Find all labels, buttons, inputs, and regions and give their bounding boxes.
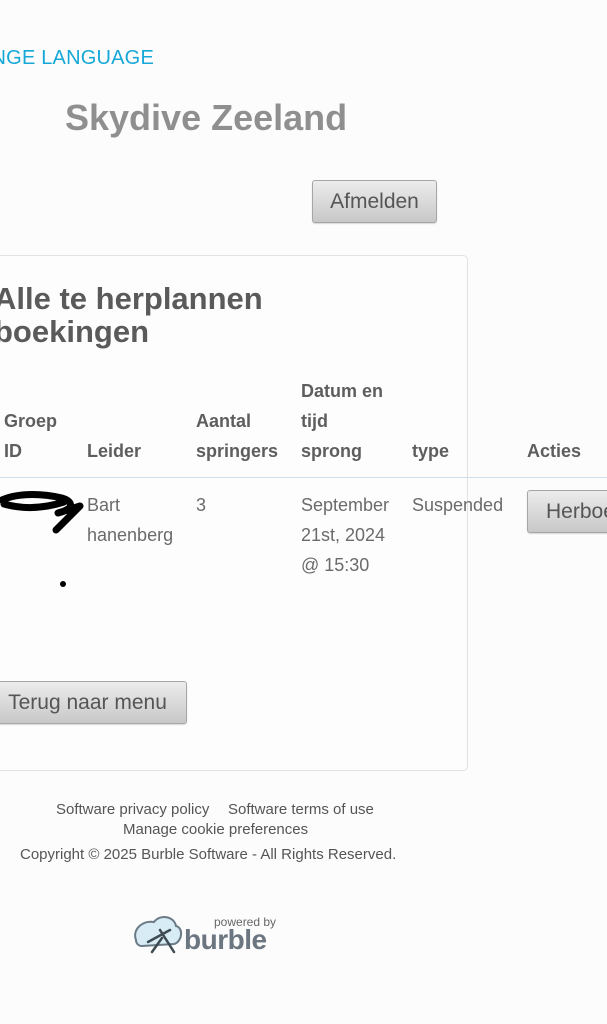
cell-jumpers: 3 (196, 495, 207, 515)
site-title: Skydive Zeeland (65, 97, 348, 138)
copyright-text: Copyright © 2025 Burble Software - All R… (20, 846, 397, 863)
reschedule-button[interactable]: Herboe (527, 490, 607, 533)
cookie-preferences-link[interactable]: Manage cookie preferences (123, 821, 308, 838)
card-title: Alle te herplannen boekingen (0, 281, 263, 349)
terms-of-use-link[interactable]: Software terms of use (228, 801, 374, 818)
logout-button[interactable]: Afmelden (312, 180, 437, 223)
burble-brand-text: burble (184, 924, 267, 955)
back-to-menu-button[interactable]: Terug naar menu (0, 681, 187, 724)
cell-datetime: September 21st, 2024 @ 15:30 (301, 495, 390, 575)
redaction-scribble (0, 491, 84, 587)
column-header-datetime: Datum en tijd sprong (301, 381, 384, 461)
column-header-leader: Leider (87, 441, 142, 461)
cell-leader: Bart hanenberg (87, 495, 174, 545)
column-header-jumpers: Aantal springers (196, 411, 279, 461)
change-language-link[interactable]: ANGE LANGUAGE (0, 47, 154, 70)
column-header-actions: Acties (527, 441, 582, 461)
privacy-policy-link[interactable]: Software privacy policy (56, 801, 209, 818)
column-header-type: type (412, 441, 450, 461)
table-header-divider (0, 477, 607, 478)
cell-type: Suspended (412, 495, 504, 515)
powered-by-burble-logo: powered by burble (130, 912, 290, 962)
column-header-group-id: Groep ID (4, 411, 58, 461)
